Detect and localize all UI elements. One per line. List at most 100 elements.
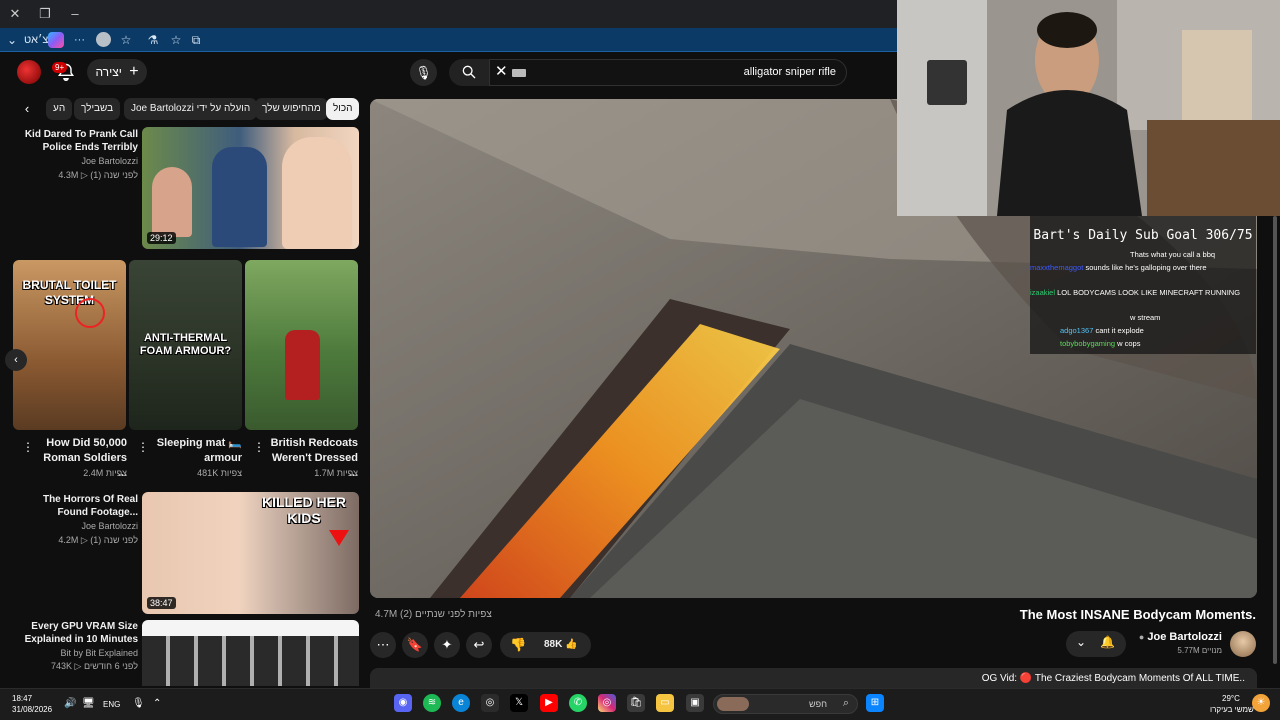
instagram-icon[interactable]: ◎ (598, 694, 616, 712)
account-avatar[interactable] (17, 60, 41, 84)
input-language[interactable]: ENG (103, 700, 120, 709)
channel-subscribers: 5.77M מנויים (1177, 646, 1222, 655)
spotify-icon[interactable]: ≋ (423, 694, 441, 712)
stream-chat-overlay: Bart's Daily Sub Goal 306/75 Thats what … (1030, 216, 1256, 354)
file-explorer-icon[interactable]: ▭ (656, 694, 674, 712)
tray-chevron-icon[interactable]: ⌃ (153, 698, 161, 709)
minimize-icon[interactable]: – (64, 4, 86, 24)
red-arrow-icon (329, 530, 349, 546)
taskbar-search-placeholder: חפש (809, 699, 827, 709)
chip-truncated[interactable]: הע (46, 98, 73, 120)
short-views: 2.4M צפיות (83, 468, 127, 478)
chip-for-you[interactable]: בשבילך (74, 98, 121, 120)
share-icon[interactable]: ↩ (466, 632, 492, 658)
video-title[interactable]: Kid Dared To Prank Call Police Ends Terr… (10, 128, 138, 154)
search-input[interactable]: ✕ alligator sniper rifle (489, 59, 847, 86)
extensions-icon[interactable]: ⚗ (145, 32, 161, 48)
github-icon[interactable]: ◎ (481, 694, 499, 712)
channel-name[interactable]: ● Joe Bartolozzi (1130, 631, 1222, 643)
restore-icon[interactable]: ❐ (34, 4, 56, 24)
chevron-down-icon: ⌄ (1076, 635, 1087, 649)
short-thumbnail[interactable]: ANTI-THERMAL FOAM ARMOUR? (129, 260, 242, 430)
video-meta: 743K ▷ לפני 6 חודשים (51, 661, 138, 671)
keyboard-icon[interactable] (512, 69, 526, 77)
more-icon[interactable]: ··· (74, 31, 85, 49)
clock-date[interactable]: 31/08/2026 (12, 705, 52, 714)
youtube-icon[interactable]: ▶ (540, 694, 558, 712)
x-icon[interactable]: 𝕏 (510, 694, 528, 712)
weather-temp[interactable]: 29°C (1222, 694, 1240, 703)
chat-username: tobybobygaming (1060, 339, 1116, 348)
ask-ai-icon[interactable]: ✦ (434, 632, 460, 658)
save-icon[interactable]: 🔖 (402, 632, 428, 658)
video-title[interactable]: Every GPU VRAM Size Explained in 10 Minu… (10, 620, 138, 646)
clear-search-icon[interactable]: ✕ (495, 63, 508, 81)
volume-icon[interactable]: 🔊 (64, 698, 76, 709)
chat-username: izaakiel (1030, 288, 1056, 297)
video-title[interactable]: The Horrors Of Real Found Footage... (10, 493, 138, 519)
like-button[interactable]: 88K 👍 (537, 632, 591, 658)
edge-icon[interactable]: e (452, 694, 470, 712)
chip-from-search[interactable]: מהחיפוש שלך (255, 98, 328, 120)
search-icon: ⌕ (842, 697, 849, 709)
shorts-scroll-left-icon[interactable]: ‹ (5, 349, 27, 371)
store-icon[interactable]: 🛍 (627, 694, 645, 712)
chat-message: adgo1367 cant it explode (1060, 326, 1250, 335)
channel-avatar[interactable] (1230, 631, 1256, 657)
video-channel[interactable]: Joe Bartolozzi (10, 520, 138, 533)
chat-message-text: sounds like he's galloping over there (1085, 263, 1207, 272)
channel-name-text: Joe Bartolozzi (1147, 631, 1222, 643)
notification-count-badge: 9+ (52, 62, 68, 73)
short-thumbnail[interactable] (245, 260, 358, 430)
video-thumbnail[interactable]: 29:12 (142, 127, 359, 249)
page-scrollbar[interactable] (1270, 216, 1280, 688)
create-button[interactable]: יצירה + (87, 59, 147, 85)
video-views-date: 4.7M צפיות לפני שנתיים (2) (375, 609, 492, 620)
app-window-icon[interactable]: ▣ (686, 694, 704, 712)
discord-icon[interactable]: ◉ (394, 694, 412, 712)
whatsapp-icon[interactable]: ✆ (569, 694, 587, 712)
chevron-down-icon[interactable]: ⌄ (4, 32, 20, 48)
chip-uploaded-by[interactable]: Joe Bartolozzi הועלה על ידי (124, 98, 258, 120)
start-icon[interactable]: ⊞ (866, 694, 884, 712)
chip-all[interactable]: הכול (326, 98, 360, 120)
short-title[interactable]: Sleeping mat 🛏️ armour (150, 436, 242, 466)
chat-message: maxxthemaggot sounds like he's galloping… (1030, 263, 1250, 272)
video-thumbnail[interactable] (142, 620, 359, 686)
weather-icon[interactable]: ☀ (1252, 694, 1270, 712)
video-duration: 38:47 (147, 597, 176, 609)
more-options-icon[interactable]: ⋮ (137, 440, 149, 454)
close-icon[interactable]: ✕ (4, 4, 26, 24)
microphone-icon[interactable]: 🎙 (132, 698, 145, 709)
profile-avatar[interactable] (96, 32, 111, 47)
short-views: 481K צפיות (197, 468, 242, 478)
more-options-icon[interactable]: ⋮ (22, 440, 34, 454)
video-channel[interactable]: Joe Bartolozzi (10, 155, 138, 168)
chat-message-text: w cops (1117, 339, 1141, 348)
search-query[interactable]: alligator sniper rifle (744, 66, 836, 78)
description-box[interactable]: OG Vid: 🔴 The Craziest Bodycam Moments O… (370, 668, 1257, 688)
subscription-bell-button[interactable]: ⌄ 🔔 (1066, 631, 1126, 657)
taskbar-search[interactable]: חפש ⌕ (713, 694, 858, 714)
network-icon[interactable]: 🖥 (82, 698, 95, 709)
video-meta: 4.2M ▷ לפני שנה (1) (58, 535, 138, 545)
profile-chat-label[interactable]: צ׳אט (24, 31, 48, 49)
copilot-icon[interactable] (48, 32, 64, 48)
thumbnail-gpus (142, 636, 359, 686)
dislike-icon[interactable]: 👎 (500, 632, 537, 658)
scrollbar-thumb[interactable] (1273, 216, 1277, 664)
video-channel[interactable]: Bit by Bit Explained (10, 647, 138, 660)
search-button[interactable] (449, 59, 489, 86)
short-thumbnail[interactable]: BRUTAL TOILET SYSTEM (13, 260, 126, 430)
favorites-icon[interactable]: ☆ (118, 32, 134, 48)
clock-time[interactable]: 18:47 (12, 694, 32, 703)
add-favorite-icon[interactable]: ☆ (168, 32, 184, 48)
voice-search-mic-icon[interactable]: 🎙 (410, 59, 437, 86)
more-options-icon[interactable]: ⋮ (253, 440, 265, 454)
more-actions-icon[interactable]: ⋯ (370, 632, 396, 658)
chips-scroll-left-icon[interactable]: ‹ (18, 100, 36, 118)
collections-icon[interactable]: ⧉ (188, 32, 204, 48)
weather-desc[interactable]: שמשי בעיקרו (1210, 705, 1254, 714)
video-thumbnail[interactable]: KILLED HER KIDS 38:47 (142, 492, 359, 614)
browser-toolbar: ⌄ צ׳אט ··· ☆ ⚗ ☆ ⧉ (0, 28, 897, 52)
